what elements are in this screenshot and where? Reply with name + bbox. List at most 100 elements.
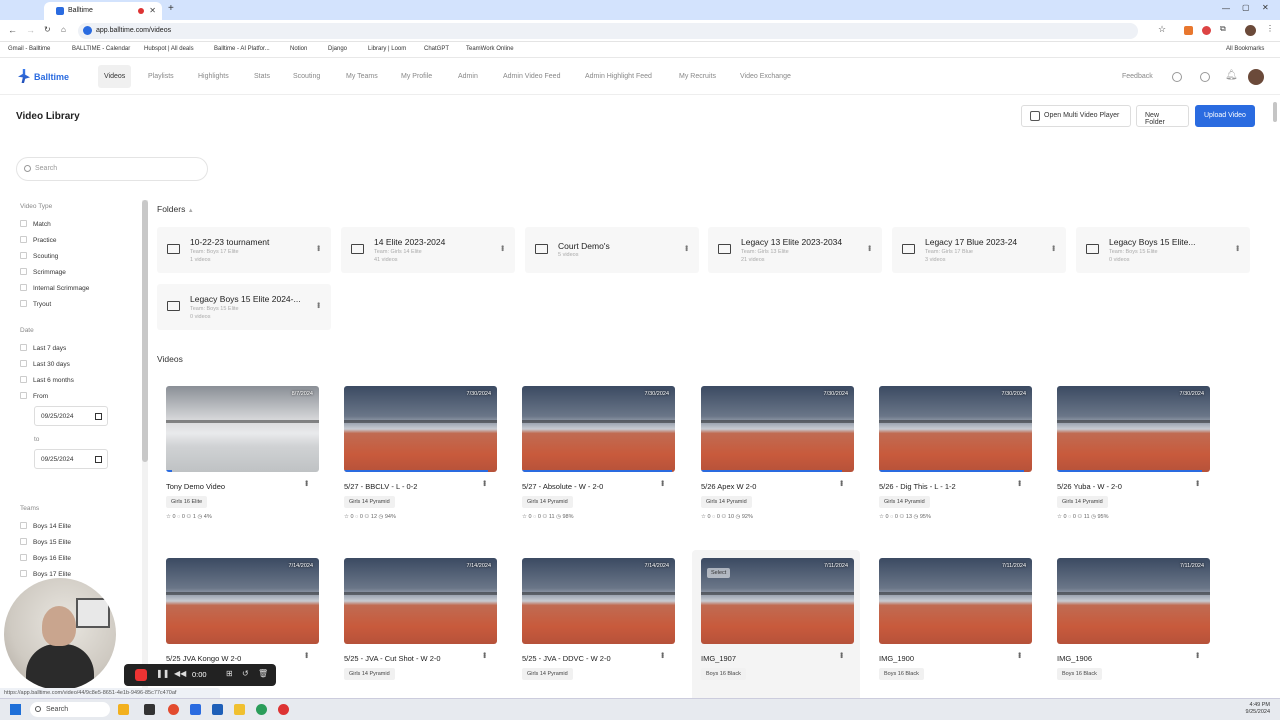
filter-team-boys-15[interactable]: Boys 15 Elite	[20, 538, 71, 546]
minimize-icon[interactable]: —	[1222, 4, 1230, 13]
more-options-icon[interactable]: •••	[658, 480, 667, 485]
filter-scouting[interactable]: Scouting	[20, 252, 58, 260]
more-options-icon[interactable]: •••	[314, 245, 323, 250]
close-tab-icon[interactable]: ✕	[149, 6, 156, 15]
video-card[interactable]: 7/30/2024 5/26 Apex W 2-0 ••• Girls 14 Pyra…	[692, 378, 860, 538]
home-icon[interactable]: ⌂	[61, 25, 66, 34]
video-title[interactable]: 5/26 Yuba - W - 2-0	[1057, 482, 1122, 491]
help-icon[interactable]	[1200, 72, 1210, 82]
video-thumbnail[interactable]: 7/11/2024	[879, 558, 1032, 644]
filter-last-6-months[interactable]: Last 6 months	[20, 376, 74, 384]
video-title[interactable]: 5/25 - JVA - Cut Shot - W 2-0	[344, 654, 441, 663]
calendar-icon[interactable]	[95, 413, 102, 420]
open-multi-video-player-button[interactable]: Open Multi Video Player	[1021, 105, 1131, 127]
taskbar-search[interactable]: Search	[30, 702, 110, 717]
folder-card[interactable]: Court Demo's 5 videos •••	[525, 227, 699, 273]
start-icon[interactable]	[10, 704, 21, 715]
back-icon[interactable]: ←	[8, 25, 17, 35]
sort-arrow-icon[interactable]: ▲	[188, 208, 194, 214]
video-thumbnail[interactable]: 8/7/2024	[166, 386, 319, 472]
video-card[interactable]: 8/7/2024 Tony Demo Video ••• Girls 16 Elite…	[157, 378, 325, 538]
bookmark-balltime-ai[interactable]: Balltime - AI Platfor...	[214, 46, 270, 52]
bookmark-teamwork[interactable]: TeamWork Online	[466, 46, 514, 52]
restart-icon[interactable]: ↺	[242, 669, 249, 678]
site-info-icon[interactable]	[83, 26, 92, 35]
checkbox[interactable]	[20, 360, 27, 367]
more-options-icon[interactable]: •••	[480, 652, 489, 657]
video-title[interactable]: 5/25 JVA Kongo W 2-0	[166, 654, 241, 663]
video-card[interactable]: 7/11/2024 IMG_1900 ••• Boys 16 Black	[870, 550, 1038, 710]
filter-match[interactable]: Match	[20, 220, 51, 228]
more-options-icon[interactable]: •••	[865, 245, 874, 250]
bookmark-star-icon[interactable]: ☆	[1158, 24, 1166, 35]
profile-avatar[interactable]	[1245, 25, 1256, 36]
video-thumbnail[interactable]: 7/14/2024	[344, 558, 497, 644]
filter-from[interactable]: From	[20, 392, 48, 400]
video-card[interactable]: 7/11/2024 IMG_1906 ••• Boys 16 Black	[1048, 550, 1216, 710]
filter-last-30-days[interactable]: Last 30 days	[20, 360, 70, 368]
checkbox[interactable]	[20, 220, 27, 227]
checkbox[interactable]	[20, 538, 27, 545]
folder-card[interactable]: Legacy 13 Elite 2023-2034 Team: Girls 13…	[708, 227, 882, 273]
sidebar-scrollbar[interactable]	[142, 200, 148, 690]
more-options-icon[interactable]: •••	[302, 652, 311, 657]
loom-extension-icon[interactable]	[1202, 26, 1211, 35]
video-title[interactable]: 5/26 Apex W 2-0	[701, 482, 756, 491]
checkbox[interactable]	[20, 392, 27, 399]
all-bookmarks[interactable]: All Bookmarks	[1226, 46, 1264, 52]
nav-admin-highlight-feed[interactable]: Admin Highlight Feed	[585, 73, 652, 80]
folder-card[interactable]: Legacy 17 Blue 2023-24 Team: Girls 17 Bl…	[892, 227, 1066, 273]
video-card[interactable]: 7/14/20245/25 JVA Kongo W 2-0•••Girls 14…	[157, 550, 325, 710]
search-input[interactable]: Search	[16, 157, 208, 181]
trash-icon[interactable]: 🗑︎	[258, 669, 268, 678]
folder-card[interactable]: Legacy Boys 15 Elite... Team: Boys 15 El…	[1076, 227, 1250, 273]
maximize-icon[interactable]: ▢	[1242, 3, 1250, 12]
checkbox[interactable]	[20, 554, 27, 561]
more-options-icon[interactable]: •••	[302, 480, 311, 485]
more-options-icon[interactable]: •••	[1015, 652, 1024, 657]
nav-my-profile[interactable]: My Profile	[401, 73, 432, 80]
more-options-icon[interactable]: •••	[498, 245, 507, 250]
app-icon[interactable]	[190, 704, 201, 715]
rewind-icon[interactable]: ◀◀	[174, 669, 186, 678]
user-avatar[interactable]	[1248, 69, 1264, 85]
video-thumbnail[interactable]: 7/30/2024	[522, 386, 675, 472]
checkbox[interactable]	[20, 570, 27, 577]
bookmark-chatgpt[interactable]: ChatGPT	[424, 46, 449, 52]
video-title[interactable]: IMG_1907	[701, 654, 736, 663]
extension-icon[interactable]	[1184, 26, 1193, 35]
video-title[interactable]: Tony Demo Video	[166, 482, 225, 491]
nav-scouting[interactable]: Scouting	[293, 73, 320, 80]
forward-icon[interactable]: →	[26, 25, 35, 35]
sidebar-scroll-thumb[interactable]	[142, 200, 148, 462]
filter-scrimmage[interactable]: Scrimmage	[20, 268, 66, 276]
more-options-icon[interactable]: •••	[1015, 480, 1024, 485]
checkbox[interactable]	[20, 300, 27, 307]
checkbox[interactable]	[20, 284, 27, 291]
video-thumbnail[interactable]: 7/11/2024 Select	[701, 558, 854, 644]
more-options-icon[interactable]: •••	[314, 302, 323, 307]
filter-practice[interactable]: Practice	[20, 236, 56, 244]
checkbox[interactable]	[20, 268, 27, 275]
video-card[interactable]: 7/11/2024 Select IMG_1907 ••• Boys 16 Black	[692, 550, 860, 710]
app-icon[interactable]	[256, 704, 267, 715]
video-card[interactable]: 7/30/2024 5/26 Yuba - W - 2-0 ••• Girls 14 …	[1048, 378, 1216, 538]
new-folder-button[interactable]: New Folder	[1136, 105, 1189, 127]
video-thumbnail[interactable]: 7/14/2024	[522, 558, 675, 644]
main-scroll-thumb[interactable]	[1273, 102, 1277, 122]
main-scrollbar[interactable]	[1272, 96, 1278, 692]
video-title[interactable]: 5/27 - BBCLV - L - 0-2	[344, 482, 417, 491]
nav-stats[interactable]: Stats	[254, 73, 270, 80]
bookmark-django[interactable]: Django	[328, 46, 347, 52]
file-explorer-icon[interactable]	[234, 704, 245, 715]
filter-team-boys-14[interactable]: Boys 14 Elite	[20, 522, 71, 530]
select-checkbox[interactable]: Select	[707, 568, 731, 578]
nav-playlists[interactable]: Playlists	[148, 73, 174, 80]
app-icon[interactable]	[144, 704, 155, 715]
video-card[interactable]: 7/30/2024 5/27 - BBCLV - L - 0-2 ••• Girls …	[335, 378, 503, 538]
app-icon[interactable]	[118, 704, 129, 715]
nav-video-exchange[interactable]: Video Exchange	[740, 73, 791, 80]
filter-last-7-days[interactable]: Last 7 days	[20, 344, 66, 352]
video-thumbnail[interactable]: 7/30/2024	[879, 386, 1032, 472]
filter-internal-scrimmage[interactable]: Internal Scrimmage	[20, 284, 89, 292]
